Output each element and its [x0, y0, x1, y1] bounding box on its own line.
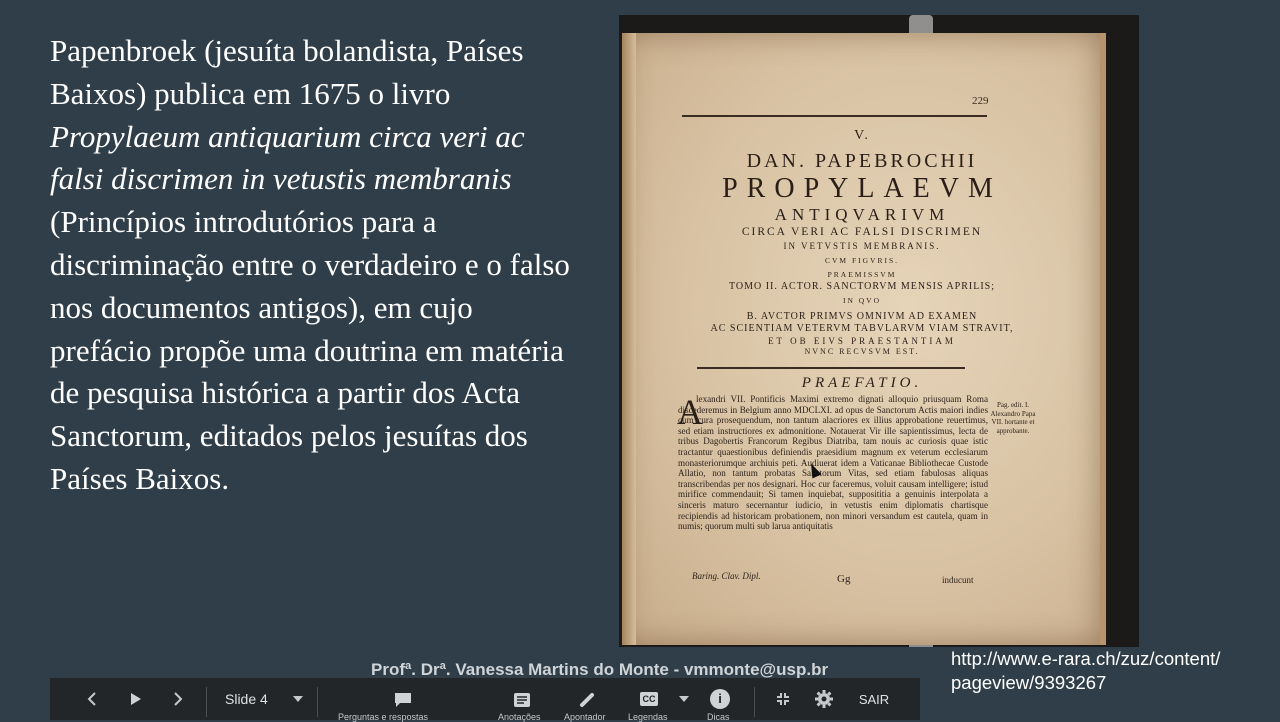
captions-options-button[interactable]	[676, 678, 692, 720]
title-line-et: ET OB EIVS PRAESTANTIAM	[768, 336, 956, 346]
exit-button[interactable]: SAIR	[850, 678, 898, 720]
settings-button[interactable]	[810, 678, 838, 720]
source-url-line2[interactable]: pageview/9393267	[951, 671, 1220, 695]
play-button[interactable]	[124, 678, 148, 720]
title-line-in: IN VETVSTIS MEMBRANIS.	[783, 241, 941, 251]
notes-icon	[514, 693, 530, 707]
title-line-ac: AC SCIENTIAM VETERVM TABVLARVM VIAM STRA…	[710, 323, 1014, 334]
caret-down-icon	[292, 696, 303, 702]
title-line-propylaeum: PROPYLAEVM	[722, 173, 1002, 204]
info-icon: i	[710, 689, 730, 709]
chevron-right-icon	[174, 692, 183, 706]
praefatio-heading: PRAEFATIO.	[801, 375, 923, 391]
notes-button[interactable]: Anotações	[495, 678, 549, 722]
signature-mark: Gg	[837, 573, 851, 585]
toolbar-divider	[317, 687, 318, 717]
book-spine	[622, 33, 636, 645]
title-line-tomo: TOMO II. ACTOR. SANCTORVM MENSIS APRILIS…	[728, 281, 996, 292]
toolbar-divider	[754, 687, 755, 717]
closed-captions-icon: CC	[640, 692, 658, 706]
exit-fullscreen-icon	[777, 693, 789, 705]
title-line-cum: CVM FIGVRIS.	[824, 256, 899, 265]
slide-body-text: Papenbroek (jesuíta bolandista, Países B…	[50, 30, 570, 501]
source-url-line1[interactable]: http://www.e-rara.ch/zuz/content/	[951, 647, 1220, 671]
captions-label: Legendas	[628, 712, 668, 722]
title-line-v: V.	[854, 128, 870, 143]
book-body-content: lexandri VII. Pontificis Maximi extremo …	[678, 394, 988, 532]
source-url[interactable]: http://www.e-rara.ch/zuz/content/ pagevi…	[951, 647, 1220, 695]
slide-selector-label: Slide 4	[225, 691, 268, 707]
presentation-toolbar: Slide 4 Perguntas e respostas Anotações …	[50, 678, 920, 722]
slide-italic-title: Propylaeum antiquarium circa veri ac fal…	[50, 118, 525, 197]
slide-text-before: Papenbroek (jesuíta bolandista, Países B…	[50, 33, 524, 111]
footnote-left: Baring. Clav. Dipl.	[692, 571, 761, 581]
book-page: 229 V. DAN. PAPEBROCHII PROPYLAEVM ANTIQ…	[622, 33, 1106, 645]
title-line-bauctor: B. AVCTOR PRIMVS OMNIVM AD EXAMEN	[746, 311, 978, 322]
tips-button[interactable]: i Dicas	[700, 678, 740, 722]
slide-selector[interactable]: Slide 4	[218, 678, 308, 720]
toolbar-divider	[206, 687, 207, 717]
exit-fullscreen-button[interactable]	[770, 678, 796, 720]
caret-down-icon	[679, 696, 689, 702]
chevron-left-icon	[87, 692, 96, 706]
title-line-inquo: IN QVO	[842, 296, 882, 305]
catchword: inducunt	[942, 575, 974, 585]
title-line-antiquarium: ANTIQVARIVM	[774, 205, 950, 224]
title-line-author: DAN. PAPEBROCHII	[746, 150, 978, 172]
slide-text-after: (Princípios introdutórios para a discrim…	[50, 204, 570, 496]
next-button[interactable]	[166, 678, 190, 720]
pointer-button[interactable]: Apontador	[559, 678, 615, 722]
qa-label: Perguntas e respostas	[338, 712, 429, 722]
book-page-image: 229 V. DAN. PAPEBROCHII PROPYLAEVM ANTIQ…	[619, 15, 1139, 647]
margin-note: Pag. edit. I. Alexandro Papa VII. hortan…	[990, 401, 1036, 435]
gear-icon	[815, 690, 833, 708]
exit-label: SAIR	[858, 691, 890, 707]
qa-button[interactable]: Perguntas e respostas	[325, 678, 480, 722]
notes-label: Anotações	[498, 712, 541, 722]
pointer-label: Apontador	[564, 712, 606, 722]
title-line-nunc: NVNC RECVSVM EST.	[804, 347, 920, 356]
author-credit: Profª. Drª. Vanessa Martins do Monte - v…	[371, 660, 829, 679]
laser-pointer-icon	[580, 693, 594, 707]
title-line-praemissum: PRAEMISSVM	[827, 270, 897, 279]
page-number: 229	[972, 95, 989, 107]
rule-line	[697, 367, 965, 369]
title-line-circa: CIRCA VERI AC FALSI DISCRIMEN	[741, 226, 983, 238]
previous-button[interactable]	[80, 678, 104, 720]
captions-button[interactable]: CC Legendas	[625, 678, 673, 722]
chat-icon	[395, 693, 411, 707]
play-icon	[131, 693, 141, 705]
rule-line	[682, 115, 987, 117]
tips-label: Dicas	[707, 712, 730, 722]
book-body-text: lexandri VII. Pontificis Maximi extremo …	[678, 394, 988, 532]
